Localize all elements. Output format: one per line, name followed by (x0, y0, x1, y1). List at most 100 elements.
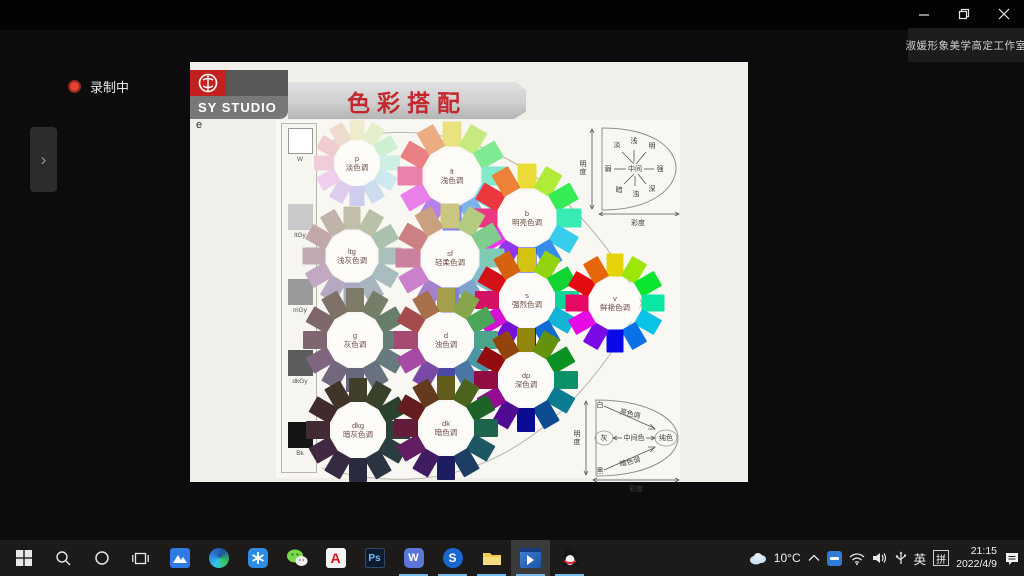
edge-button[interactable] (199, 540, 238, 576)
ime-indicator[interactable]: 拼 (933, 550, 949, 566)
recording-label: 录制中 (90, 77, 129, 96)
tone-label: 轻柔色调 (435, 258, 465, 267)
asterisk-app-button[interactable] (238, 540, 277, 576)
tone-map-top: 明度 彩度 中间 淡 浅 明 弱 强 暗 浊 深 (586, 120, 682, 216)
color-swatch (518, 164, 537, 189)
tone-term-pure: 纯色 (659, 433, 673, 443)
usb-button[interactable] (895, 551, 907, 565)
start-button[interactable] (4, 540, 43, 576)
tone-wheel-center: dk暗色调 (420, 402, 473, 455)
qq-penguin-icon (561, 548, 579, 568)
window-title: 淑媛形象美学高定工作室 (906, 38, 1024, 53)
task-view-button[interactable] (121, 540, 160, 576)
grayscale-label: mGy (293, 307, 307, 314)
axis-label-lightness: 明度 (577, 160, 587, 176)
temperature-label: 10°C (774, 551, 801, 565)
grayscale-swatch (288, 204, 313, 230)
films-tv-button[interactable] (511, 540, 550, 576)
tone-label: 强烈色调 (512, 300, 542, 309)
slide-title: 色彩搭配 (347, 84, 467, 118)
color-swatch (303, 248, 326, 265)
grayscale-label: Bk (296, 450, 304, 457)
tone-label: 明亮色调 (512, 218, 542, 227)
recording-indicator: 录制中 (68, 77, 129, 96)
word-app-button[interactable]: W (394, 540, 433, 576)
cloud-icon (748, 551, 768, 565)
tone-label: 灰色调 (344, 340, 367, 349)
search-icon (55, 550, 71, 566)
grayscale-swatch (288, 279, 313, 305)
restore-icon (958, 8, 970, 20)
window-controls (904, 0, 1024, 28)
color-swatch (557, 209, 582, 228)
color-swatch (350, 186, 365, 206)
tone-map-bottom: 明度 彩度 白 灰 黑 中间色 纯色 亮色调 暗色调 (580, 394, 684, 482)
minimize-button[interactable] (904, 0, 944, 28)
acrobat-icon: A (326, 548, 346, 568)
edge-icon (209, 548, 229, 568)
color-swatch (398, 167, 423, 186)
tone-term: 弱 (605, 164, 612, 174)
tone-term: 明 (649, 141, 656, 151)
tone-term-gray: 灰 (601, 433, 608, 443)
tone-term: 浅 (631, 136, 638, 146)
tone-code: lt (450, 168, 454, 176)
brand-name: SY STUDIO (198, 100, 277, 115)
color-swatch (566, 295, 589, 312)
mountain-app-button[interactable] (160, 540, 199, 576)
network-button[interactable] (849, 552, 865, 565)
volume-button[interactable] (872, 551, 888, 565)
search-button[interactable] (43, 540, 82, 576)
tone-term-center: 中间 (628, 164, 642, 174)
tone-code: dp (522, 372, 530, 380)
tone-code: g (353, 332, 357, 340)
qq-button[interactable] (550, 540, 589, 576)
photoshop-button[interactable]: Ps (355, 540, 394, 576)
wifi-icon (849, 552, 865, 565)
tray-app-button[interactable] (827, 551, 842, 566)
cortana-button[interactable] (82, 540, 121, 576)
tone-code: p (355, 155, 359, 163)
acrobat-button[interactable]: A (316, 540, 355, 576)
file-explorer-button[interactable] (472, 540, 511, 576)
color-swatch (303, 331, 327, 349)
notification-center-button[interactable] (1004, 551, 1020, 566)
close-button[interactable] (984, 0, 1024, 28)
tone-label: 淡色调 (346, 163, 369, 172)
tone-label: 浅灰色调 (337, 256, 367, 265)
tone-term-middle: 中间色 (624, 433, 645, 443)
weather-button[interactable]: 10°C (748, 551, 801, 565)
logo-banner-top (226, 70, 288, 96)
tone-wheel-center: dkg暗灰色调 (332, 404, 385, 457)
sidebar-expand-handle[interactable]: › (30, 127, 57, 192)
mountain-app-icon (170, 548, 190, 568)
tone-code: dkg (352, 422, 364, 430)
grayscale-label: W (297, 156, 303, 163)
restore-button[interactable] (944, 0, 984, 28)
color-swatch (394, 419, 418, 437)
time-label: 21:15 (956, 545, 997, 558)
color-swatch (554, 371, 578, 389)
color-swatch (314, 156, 334, 171)
color-swatch (396, 249, 421, 268)
system-tray: 10°C (748, 540, 1024, 576)
word-app-icon: W (404, 548, 424, 568)
hidden-icons-button[interactable] (808, 554, 820, 562)
tone-label: 浅色调 (441, 176, 464, 185)
color-swatch (443, 122, 462, 147)
speaker-icon (872, 551, 888, 565)
wechat-button[interactable] (277, 540, 316, 576)
tone-term: 暗 (616, 185, 623, 195)
tone-wheel-center: b明亮色调 (500, 191, 555, 246)
grayscale-label: dkGy (292, 378, 307, 385)
language-indicator[interactable]: 英 (914, 549, 927, 568)
clock[interactable]: 21:15 2022/4/9 (956, 545, 997, 571)
color-swatch (607, 330, 624, 353)
axis-label-lightness: 明度 (571, 430, 581, 446)
minimize-icon (918, 8, 930, 20)
logo-banner: SY STUDIO (190, 96, 288, 119)
date-label: 2022/4/9 (956, 558, 997, 571)
s-browser-button[interactable]: S (433, 540, 472, 576)
chevron-right-icon: › (41, 150, 47, 170)
tone-term-white: 白 (597, 400, 604, 410)
